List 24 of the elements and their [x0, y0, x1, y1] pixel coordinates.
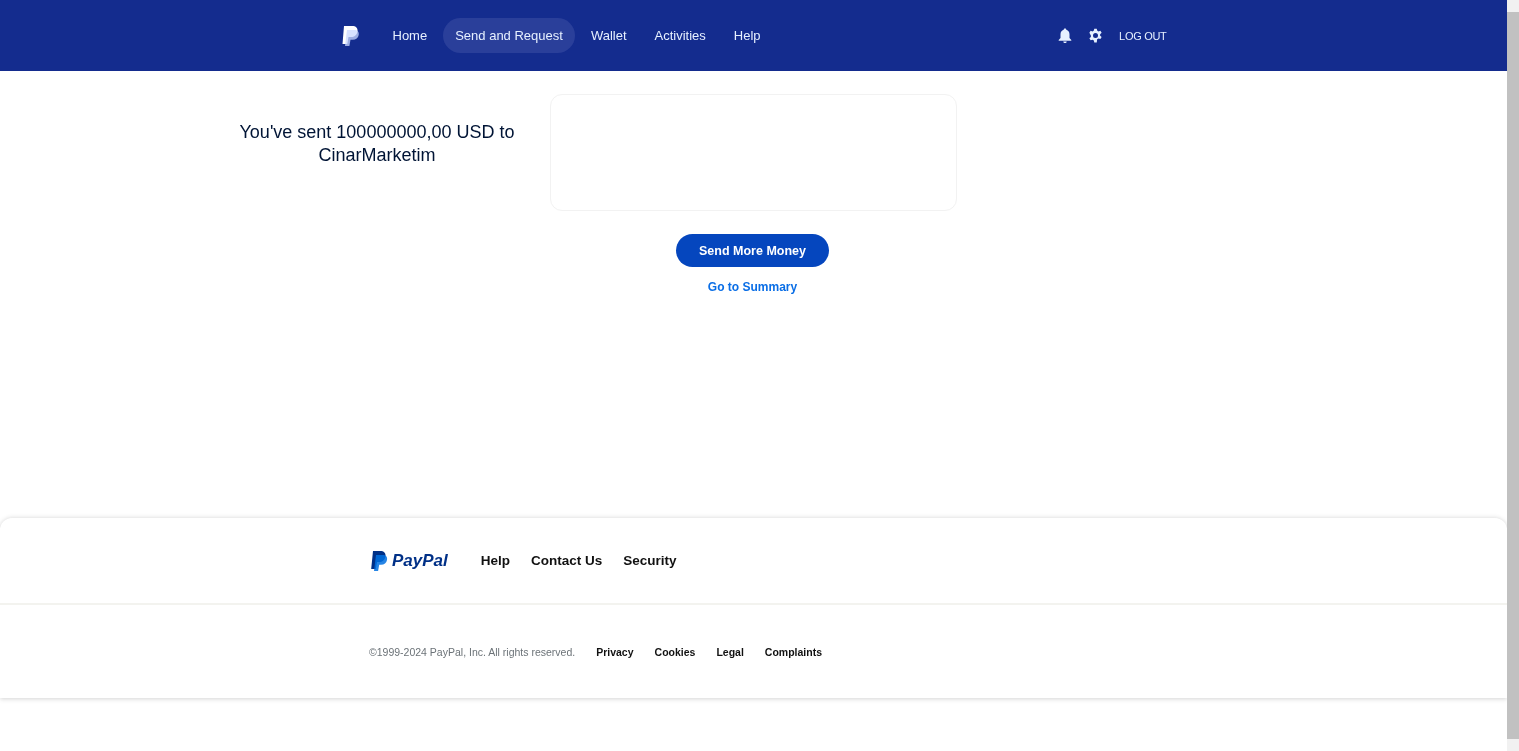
nav-tab[interactable]: Send and Request — [443, 18, 575, 53]
footer-link[interactable]: Security — [623, 553, 677, 568]
legal-link[interactable]: Privacy — [596, 645, 634, 658]
logo-wordmark: PayPal — [392, 550, 448, 571]
logo-icon[interactable] — [340, 24, 361, 47]
logo-icon — [370, 549, 388, 572]
legal-link[interactable]: Complaints — [764, 645, 823, 658]
go-to-summary-link[interactable]: Go to Summary — [707, 280, 798, 294]
scrollbar[interactable] — [1507, 0, 1519, 751]
confirmation-message: You've sent 100000000,00 USD to CinarMarketim — [238, 121, 516, 167]
copyright-text: ©1999-2024 PayPal, Inc. All rights reserved. — [369, 645, 576, 658]
nav-tab[interactable]: Wallet — [578, 18, 639, 53]
notification-bell-icon[interactable] — [1058, 28, 1073, 43]
send-more-money-button[interactable]: Send More Money — [676, 234, 829, 267]
paypal-logo[interactable]: PayPal — [370, 549, 448, 572]
nav-tab[interactable]: Activities — [642, 18, 718, 53]
legal-link[interactable]: Cookies — [654, 645, 696, 658]
nav-tab[interactable]: Help — [721, 18, 773, 53]
footer-link[interactable]: Help — [480, 553, 511, 568]
settings-icon[interactable] — [1088, 28, 1104, 43]
footer-link[interactable]: Contact Us — [531, 553, 603, 568]
nav-tab[interactable]: Home — [380, 18, 440, 53]
log-out-link[interactable]: LOG OUT — [1119, 29, 1167, 42]
legal-link[interactable]: Legal — [716, 645, 744, 658]
